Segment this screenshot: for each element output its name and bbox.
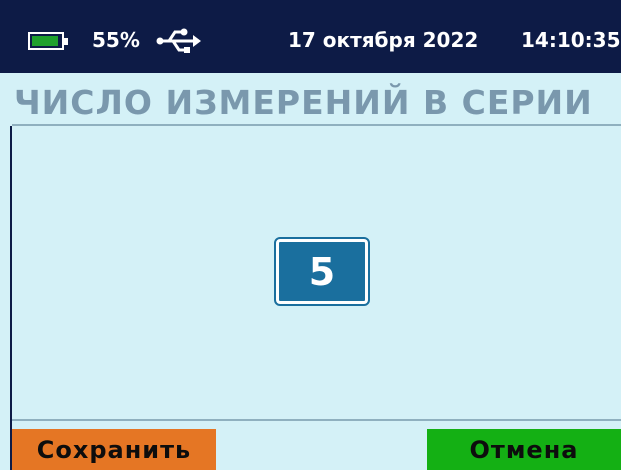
- divider: [12, 124, 621, 126]
- battery-percent: 55%: [92, 28, 140, 52]
- cancel-button[interactable]: Отмена: [427, 429, 621, 470]
- divider: [12, 419, 621, 421]
- status-bar: 55% 17 октября 2022 14:10:35: [0, 0, 621, 73]
- usb-icon: [156, 28, 201, 53]
- measurement-count-value[interactable]: 5: [274, 237, 370, 306]
- time-display: 14:10:35: [521, 28, 621, 52]
- battery-icon: [28, 32, 68, 50]
- date-display: 17 октября 2022: [288, 28, 479, 52]
- page-title: ЧИСЛО ИЗМЕРЕНИЙ В СЕРИИ: [14, 83, 593, 122]
- save-button[interactable]: Сохранить: [12, 429, 216, 470]
- battery-level-fill: [32, 36, 58, 46]
